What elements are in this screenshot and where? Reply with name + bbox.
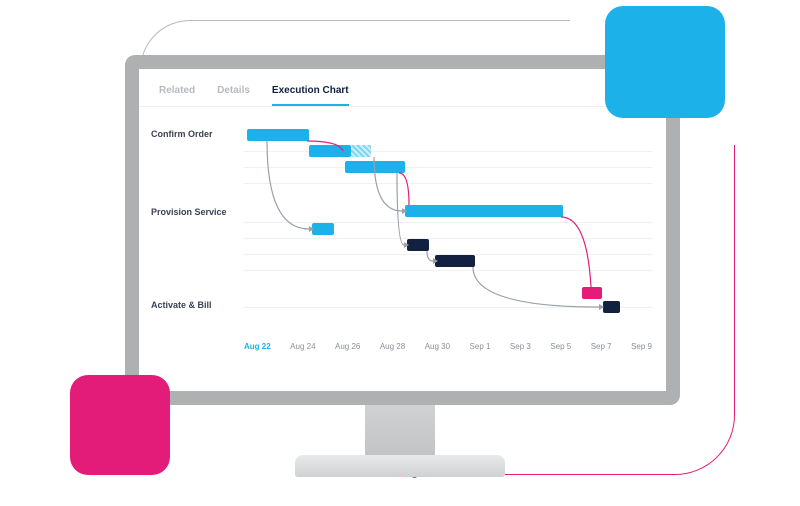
task-bar[interactable]	[603, 301, 620, 313]
gridline	[244, 270, 652, 271]
axis-tick: Aug 30	[425, 342, 450, 351]
axis-tick: Aug 26	[335, 342, 360, 351]
task-bar[interactable]	[312, 223, 334, 235]
gantt-chart: Confirm Order Provision Service Activate…	[139, 107, 666, 357]
task-bar[interactable]	[247, 129, 309, 141]
task-bar[interactable]	[582, 287, 602, 299]
task-bar[interactable]	[435, 255, 475, 267]
gridline	[244, 183, 652, 184]
axis-tick: Sep 9	[631, 342, 652, 351]
row-label-activate: Activate & Bill	[151, 300, 212, 310]
decorative-cyan-square	[605, 6, 725, 118]
x-axis: Aug 22 Aug 24 Aug 26 Aug 28 Aug 30 Sep 1…	[244, 342, 652, 351]
tab-execution-chart[interactable]: Execution Chart	[272, 85, 349, 106]
gridline	[244, 222, 652, 223]
tab-bar: Related Details Execution Chart	[139, 69, 666, 107]
task-bar[interactable]	[309, 145, 351, 157]
row-label-provision: Provision Service	[151, 207, 227, 217]
axis-tick: Sep 5	[550, 342, 571, 351]
screen: Related Details Execution Chart Confirm …	[139, 69, 666, 391]
gridline	[244, 238, 652, 239]
gridline	[244, 167, 652, 168]
monitor-frame: Related Details Execution Chart Confirm …	[125, 55, 680, 405]
tab-related[interactable]: Related	[159, 85, 195, 106]
row-label-confirm: Confirm Order	[151, 129, 213, 139]
monitor-stand-base	[295, 455, 505, 477]
axis-tick: Sep 7	[591, 342, 612, 351]
axis-tick: Aug 24	[290, 342, 315, 351]
axis-tick: Sep 1	[470, 342, 491, 351]
dependency-connectors	[139, 107, 666, 357]
decorative-pink-square	[70, 375, 170, 475]
gridline	[244, 307, 652, 308]
axis-tick: Aug 28	[380, 342, 405, 351]
task-bar[interactable]	[351, 145, 371, 157]
axis-tick: Aug 22	[244, 342, 271, 351]
task-bar[interactable]	[407, 239, 429, 251]
monitor-stand-neck	[365, 405, 435, 460]
task-bar[interactable]	[345, 161, 405, 173]
task-bar[interactable]	[405, 205, 563, 217]
axis-tick: Sep 3	[510, 342, 531, 351]
gridline	[244, 151, 652, 152]
tab-details[interactable]: Details	[217, 85, 250, 106]
